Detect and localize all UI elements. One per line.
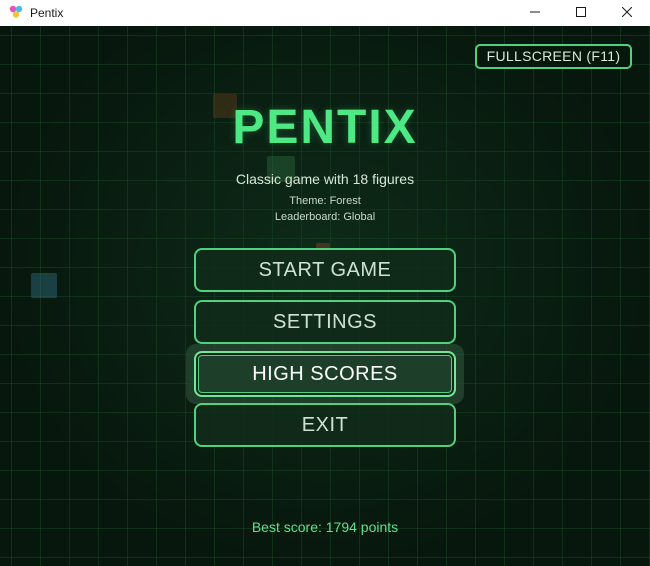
minimize-button[interactable] xyxy=(512,0,558,26)
pentix-app-icon xyxy=(9,5,23,19)
maximize-button[interactable] xyxy=(558,0,604,26)
settings-button[interactable]: SETTINGS xyxy=(194,300,456,344)
fullscreen-button[interactable]: FULLSCREEN (F11) xyxy=(475,44,632,69)
high-scores-button[interactable]: HIGH SCORES xyxy=(194,351,456,397)
decorative-block xyxy=(31,273,57,298)
close-button[interactable] xyxy=(604,0,650,26)
best-score-label: Best score: 1794 points xyxy=(251,519,399,535)
game-area: FULLSCREEN (F11) PENTIX Classic game wit… xyxy=(0,26,650,566)
title-bar: Pentix xyxy=(0,0,650,26)
close-icon xyxy=(621,4,633,22)
minimize-icon xyxy=(530,4,540,22)
window-title: Pentix xyxy=(30,6,64,20)
exit-button[interactable]: EXIT xyxy=(194,403,456,447)
app-window: Pentix FULLSCREEN (F11) PENTIX Classic g… xyxy=(0,0,650,566)
theme-label: Theme: Forest xyxy=(289,195,361,207)
maximize-icon xyxy=(576,4,586,22)
start-game-button[interactable]: START GAME xyxy=(194,248,456,292)
game-subtitle: Classic game with 18 figures xyxy=(235,171,415,187)
leaderboard-label: Leaderboard: Global xyxy=(274,211,376,223)
game-logo: PENTIX xyxy=(232,101,418,154)
